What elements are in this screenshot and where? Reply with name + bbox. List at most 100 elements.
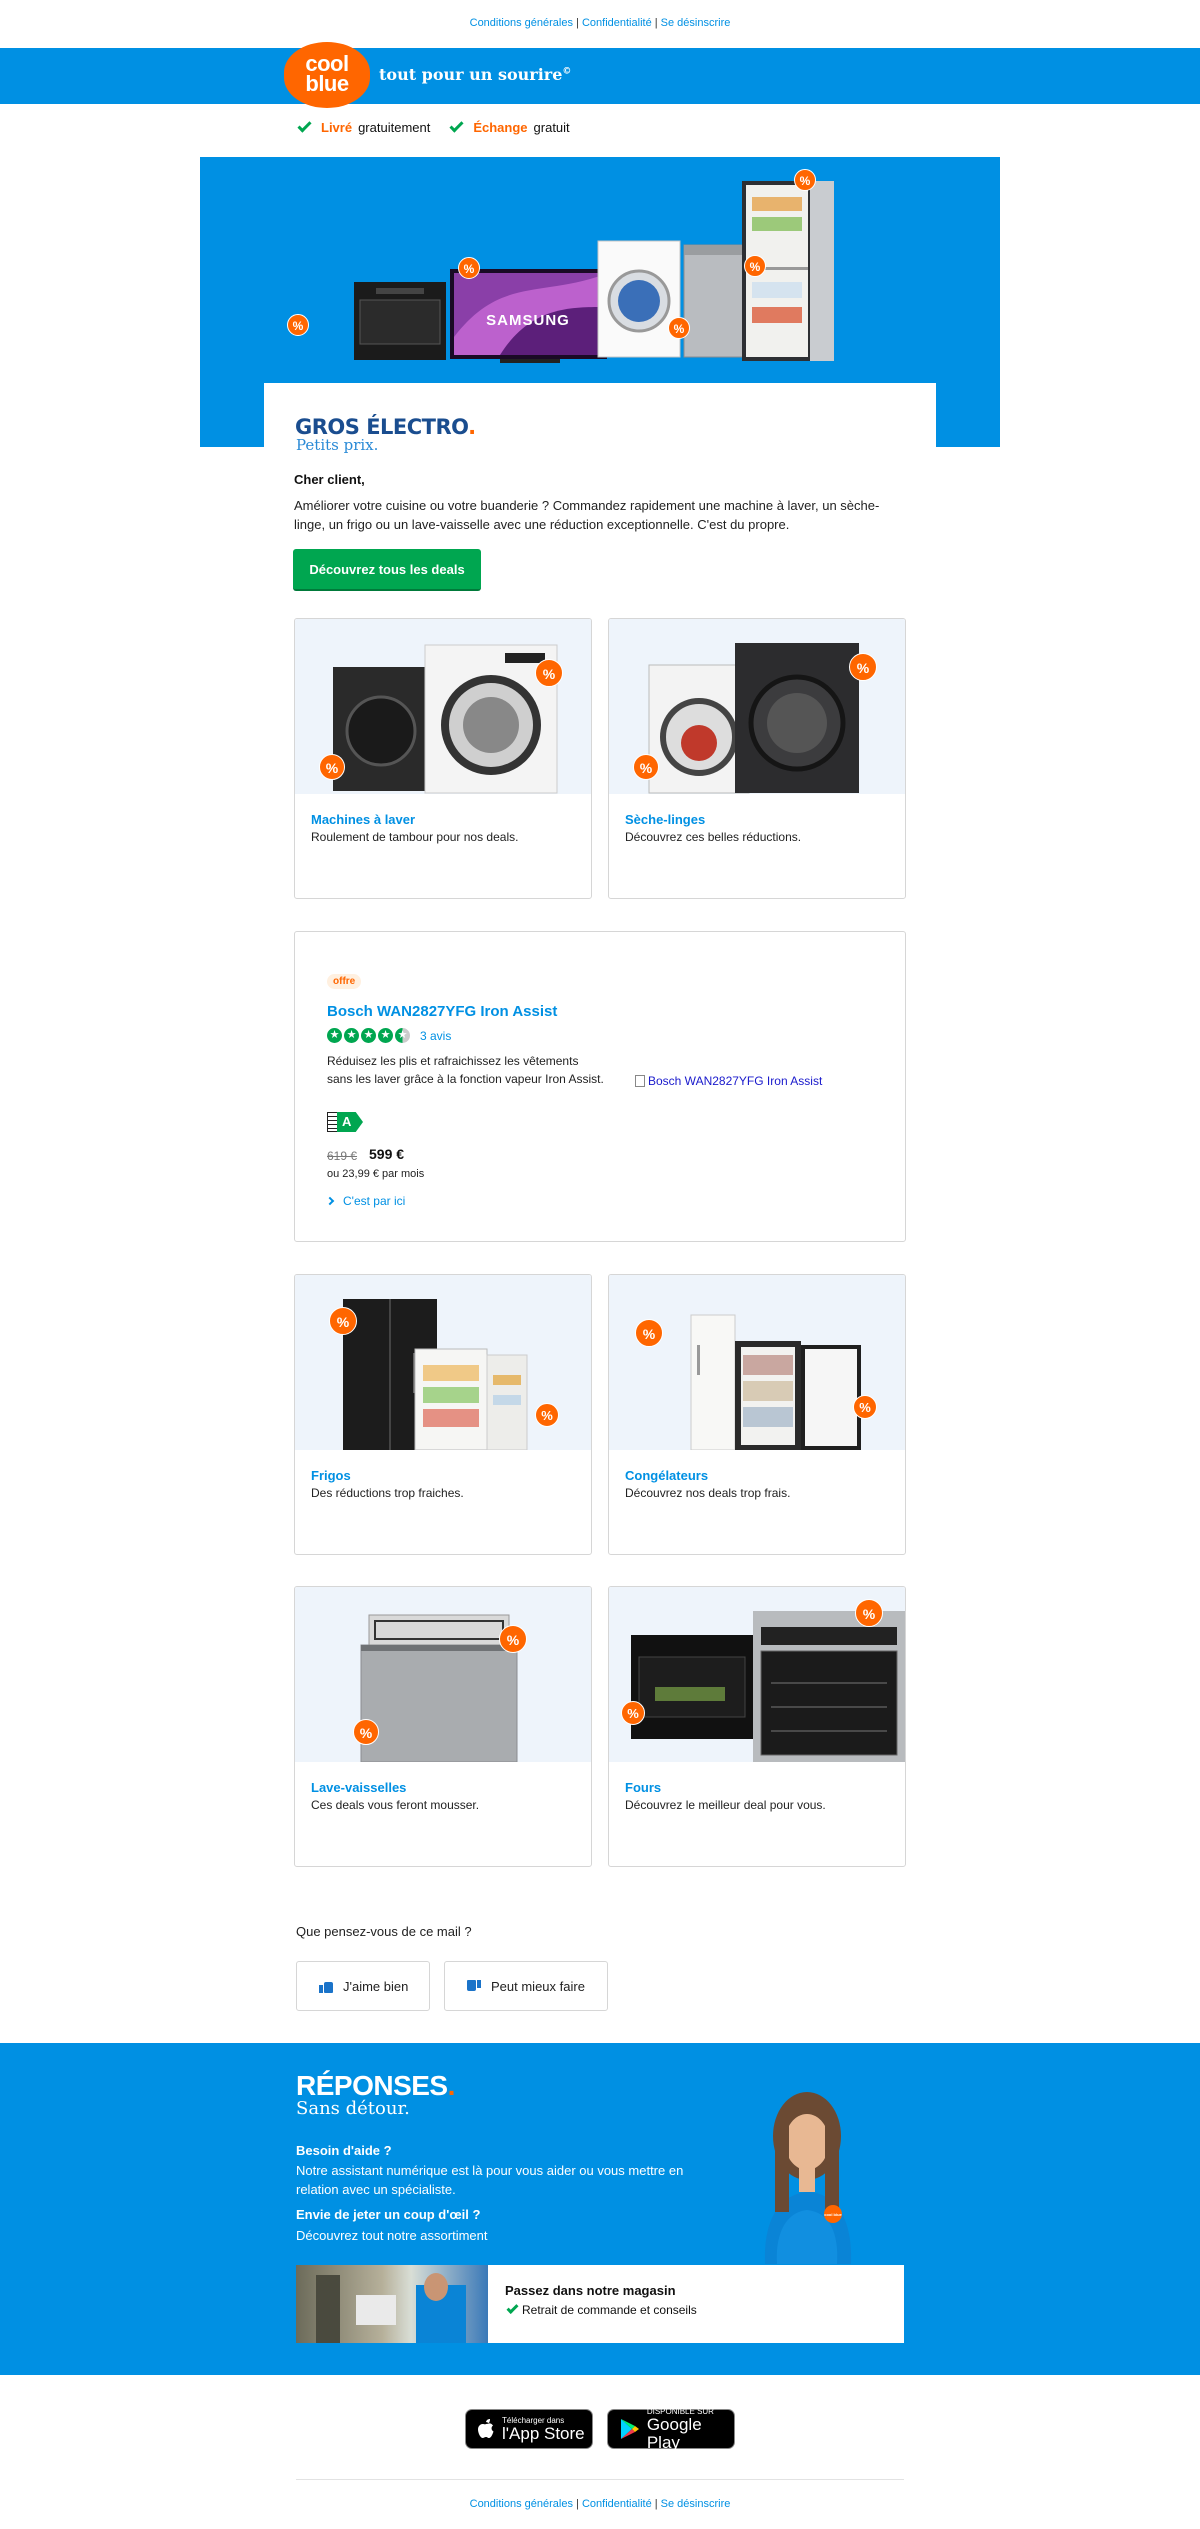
help-title[interactable]: Besoin d'aide ?	[296, 2143, 392, 2158]
dislike-label: Peut mieux faire	[491, 1978, 585, 1994]
product-image-placeholder[interactable]: Bosch WAN2827YFG Iron Assist	[635, 1074, 822, 1088]
store-card[interactable]: Passez dans notre magasin Retrait de com…	[296, 2265, 904, 2343]
monthly-price: ou 23,99 € par mois	[327, 1168, 425, 1180]
category-card-frigos[interactable]: % % Frigos Des réductions trop fraiches.	[294, 1274, 592, 1555]
category-card-fours[interactable]: % % Fours Découvrez le meilleur deal pou…	[608, 1586, 906, 1867]
thumbs-up-icon	[319, 1980, 333, 1993]
category-image: % %	[295, 1275, 591, 1450]
privacy-link[interactable]: Confidentialité	[582, 17, 652, 29]
category-image: % %	[609, 1587, 905, 1762]
coolblue-logo[interactable]: cool blue	[284, 42, 370, 108]
star-icon: ★	[344, 1028, 359, 1043]
category-image: % %	[609, 619, 905, 794]
like-button[interactable]: J'aime bien	[296, 1961, 430, 2011]
discount-badge: %	[353, 1719, 379, 1745]
energy-label: A	[327, 1112, 363, 1132]
product-description: Réduisez les plis et rafraichissez les v…	[327, 1054, 604, 1086]
discount-badge: %	[849, 653, 877, 681]
header-band	[0, 48, 1200, 104]
discount-badge: %	[853, 1395, 877, 1419]
help-text[interactable]: Notre assistant numérique est là pour vo…	[296, 2161, 716, 2199]
hero-title-dot: .	[468, 415, 476, 439]
app-store-badge[interactable]: Télécharger dans l'App Store	[465, 2409, 593, 2449]
category-title: Machines à laver	[311, 812, 416, 827]
category-image: % %	[609, 1275, 905, 1450]
usp-rest: gratuit	[533, 120, 570, 135]
category-title: Fours	[625, 1780, 662, 1795]
store-photo-illustration	[316, 2273, 466, 2343]
old-price: 619 €	[327, 1149, 358, 1163]
check-icon	[297, 118, 312, 133]
energy-scale-icon	[327, 1112, 337, 1132]
category-image: % %	[295, 1587, 591, 1762]
conditions-link[interactable]: Conditions générales	[470, 17, 573, 29]
bottom-links: Conditions générales | Confidentialité |…	[0, 2498, 1200, 2510]
product-title[interactable]: Bosch WAN2827YFG Iron Assist	[327, 1003, 557, 1020]
check-icon	[506, 2301, 519, 2315]
dislike-button[interactable]: Peut mieux faire	[444, 1961, 608, 2011]
discount-badge: %	[794, 169, 816, 191]
freezers-illustration	[690, 1314, 861, 1450]
category-card-lave-vaisselles[interactable]: % % Lave-vaisselles Ces deals vous feron…	[294, 1586, 592, 1867]
discount-badge: %	[329, 1307, 357, 1335]
discount-badge: %	[744, 255, 766, 277]
hero-subtitle: Petits prix.	[296, 436, 379, 454]
category-card-congelateurs[interactable]: % % Congélateurs Découvrez nos deals tro…	[608, 1274, 906, 1555]
all-deals-button[interactable]: Découvrez tous les deals	[293, 549, 481, 591]
browse-text[interactable]: Découvrez tout notre assortiment	[296, 2226, 716, 2245]
unsubscribe-link[interactable]: Se désinscrire	[661, 2498, 731, 2510]
samsung-logo-text: SAMSUNG	[486, 312, 570, 329]
tagline-text: tout pour un sourire	[379, 65, 563, 84]
like-label: J'aime bien	[343, 1978, 409, 1994]
store-photo	[296, 2265, 488, 2343]
feedback-question: Que pensez-vous de ce mail ?	[296, 1924, 472, 1939]
offer-badge: offre	[327, 974, 362, 989]
support-agent-photo: cool blue	[764, 2092, 852, 2264]
separator: |	[654, 2498, 658, 2510]
category-title: Lave-vaisselles	[311, 1780, 407, 1795]
separator: |	[576, 2498, 579, 2510]
star-icon: ★	[378, 1028, 393, 1043]
discount-badge: %	[635, 1319, 663, 1347]
conditions-link[interactable]: Conditions générales	[470, 2498, 573, 2510]
product-link[interactable]: C'est par ici	[325, 1194, 405, 1208]
google-play-badge[interactable]: DISPONIBLE SUR Google Play	[607, 2407, 735, 2452]
google-play-big: Google Play	[646, 2414, 702, 2452]
discount-badge: %	[499, 1625, 527, 1653]
store-title: Passez dans notre magasin	[505, 2283, 676, 2298]
usp-strong: Échange	[473, 120, 528, 135]
separator: |	[654, 17, 658, 29]
thumbs-down-icon	[467, 1980, 481, 1993]
product-image-alt: Bosch WAN2827YFG Iron Assist	[648, 1074, 823, 1088]
discount-badge: %	[458, 257, 480, 279]
discount-badge: %	[287, 314, 309, 336]
discount-badge: %	[621, 1701, 645, 1725]
chevron-right-icon	[325, 1196, 335, 1206]
usp-delivery: Livré gratuitement	[296, 118, 431, 135]
category-card-seche-linges[interactable]: % % Sèche-linges Découvrez ces belles ré…	[608, 618, 906, 899]
category-title: Congélateurs	[625, 1468, 709, 1483]
tagline: tout pour un sourire©	[379, 65, 571, 84]
usp-strong: Livré	[321, 120, 353, 135]
product-offer[interactable]: offre Bosch WAN2827YFG Iron Assist ★ ★ ★…	[294, 931, 906, 1242]
category-desc: Roulement de tambour pour nos deals.	[311, 830, 519, 844]
discount-badge: %	[535, 659, 563, 687]
store-benefit: Retrait de commande et conseils	[505, 2301, 697, 2317]
discount-badge: %	[633, 754, 659, 780]
privacy-link[interactable]: Confidentialité	[582, 2498, 652, 2510]
usp-rest: gratuitement	[358, 120, 431, 135]
half-star-icon: ★	[395, 1028, 410, 1043]
tagline-mark: ©	[562, 66, 572, 77]
unsubscribe-link[interactable]: Se désinscrire	[661, 17, 731, 29]
category-card-machines-a-laver[interactable]: % % Machines à laver Roulement de tambou…	[294, 618, 592, 899]
intro-text: Améliorer votre cuisine ou votre buander…	[294, 498, 880, 532]
reviews-link[interactable]: 3 avis	[420, 1029, 451, 1043]
browse-title[interactable]: Envie de jeter un coup d'œil ?	[296, 2207, 480, 2222]
discount-badge: %	[855, 1599, 883, 1627]
store-benefit-text: Retrait de commande et conseils	[522, 2303, 697, 2317]
broken-image-icon	[635, 1075, 645, 1087]
category-title: Sèche-linges	[625, 812, 706, 827]
usp-bar: Livré gratuitement Échange gratuit	[296, 118, 570, 135]
support-title-dot: .	[447, 2070, 456, 2101]
rating-stars: ★ ★ ★ ★ ★ 3 avis	[327, 1028, 451, 1043]
